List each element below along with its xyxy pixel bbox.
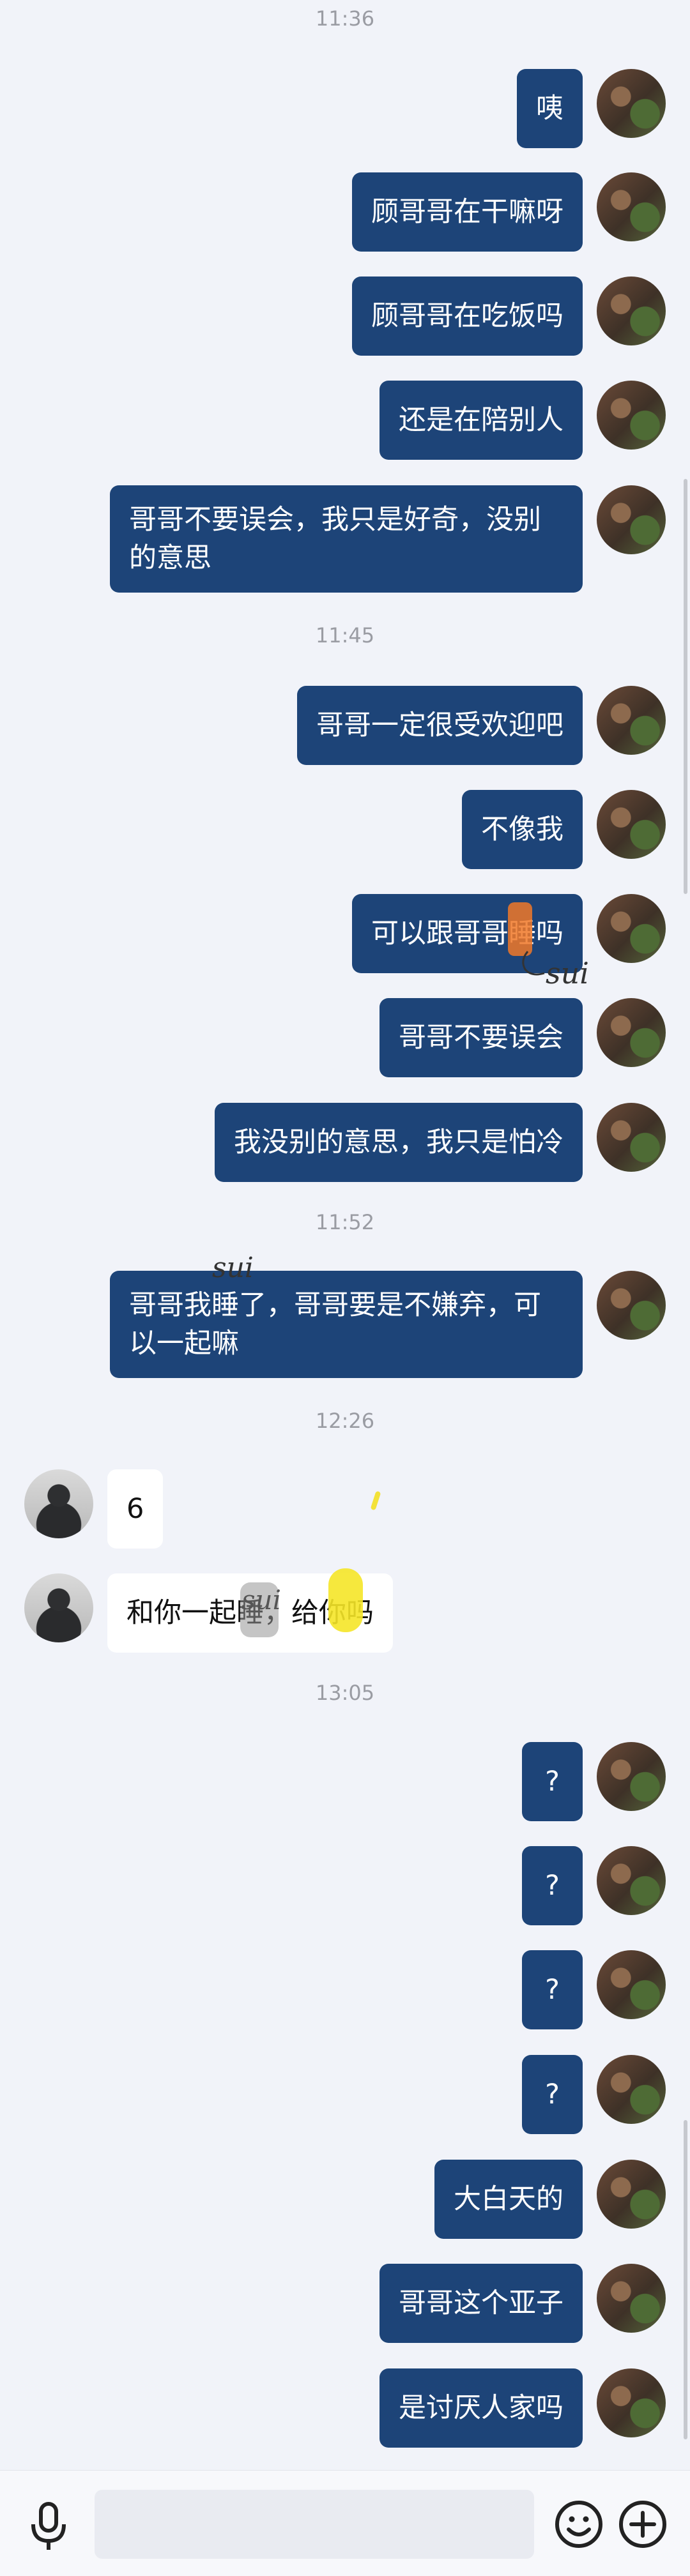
my-avatar[interactable] [597,381,666,450]
message-bubble-outgoing[interactable]: ? [522,1846,583,1925]
my-avatar[interactable] [597,485,666,554]
message-bubble-outgoing[interactable]: 不像我 [462,790,583,869]
timestamp: 11:52 [315,1210,375,1234]
my-avatar[interactable] [597,69,666,138]
message-bubble-outgoing[interactable]: ? [522,1742,583,1821]
my-avatar[interactable] [597,2368,666,2437]
chat-message-list[interactable]: 11:36 咦 顾哥哥在干嘛呀 顾哥哥在吃饭吗 还是在陪别人 哥哥不要误会，我只… [0,0,690,2470]
my-avatar[interactable] [597,2264,666,2333]
peer-avatar[interactable] [24,1573,93,1642]
my-avatar[interactable] [597,2160,666,2229]
my-avatar[interactable] [597,894,666,963]
my-avatar[interactable] [597,1271,666,1340]
my-avatar[interactable] [597,790,666,859]
timestamp: 11:45 [315,623,375,648]
message-bubble-outgoing[interactable]: 我没别的意思，我只是怕冷 [215,1103,583,1182]
microphone-icon[interactable] [18,2495,79,2556]
message-bubble-incoming[interactable]: 6 [107,1469,164,1549]
message-bubble-outgoing[interactable]: 哥哥我睡了，哥哥要是不嫌弃，可以一起嘛 [110,1271,583,1378]
plus-circle-icon[interactable] [612,2494,673,2555]
message-bubble-outgoing[interactable]: 顾哥哥在吃饭吗 [352,277,583,356]
my-avatar[interactable] [597,686,666,755]
scrollbar-thumb[interactable] [684,2120,687,2439]
timestamp: 12:26 [315,1409,375,1433]
message-bubble-outgoing[interactable]: 大白天的 [434,2160,583,2239]
message-bubble-outgoing[interactable]: 咦 [517,69,583,148]
message-bubble-incoming[interactable]: 和你一起睡，给你吗 [107,1573,393,1653]
message-bubble-outgoing[interactable]: 哥哥这个亚子 [379,2264,583,2343]
message-input-bar [0,2470,690,2576]
message-bubble-outgoing[interactable]: 哥哥不要误会 [379,998,583,1077]
message-bubble-outgoing[interactable]: ? [522,1950,583,2029]
message-bubble-outgoing[interactable]: 哥哥不要误会，我只是好奇，没别的意思 [110,485,583,593]
my-avatar[interactable] [597,1103,666,1172]
my-avatar[interactable] [597,277,666,345]
message-bubble-outgoing[interactable]: 顾哥哥在干嘛呀 [352,172,583,252]
peer-avatar[interactable] [24,1469,93,1538]
message-bubble-outgoing[interactable]: 还是在陪别人 [379,381,583,460]
my-avatar[interactable] [597,1846,666,1915]
message-bubble-outgoing[interactable]: 哥哥一定很受欢迎吧 [297,686,583,765]
my-avatar[interactable] [597,1742,666,1811]
scrollbar-thumb[interactable] [684,479,687,894]
timestamp: 11:36 [315,6,375,31]
my-avatar[interactable] [597,1950,666,2019]
message-input[interactable] [95,2490,534,2559]
message-bubble-outgoing[interactable]: 可以跟哥哥睡吗 [352,894,583,973]
highlight-mark [370,1490,381,1511]
my-avatar[interactable] [597,2055,666,2124]
my-avatar[interactable] [597,172,666,241]
message-bubble-outgoing[interactable]: 是讨厌人家吗 [379,2368,583,2448]
message-bubble-outgoing[interactable]: ? [522,2055,583,2134]
smiley-icon[interactable] [548,2494,610,2555]
timestamp: 13:05 [315,1681,375,1705]
my-avatar[interactable] [597,998,666,1067]
